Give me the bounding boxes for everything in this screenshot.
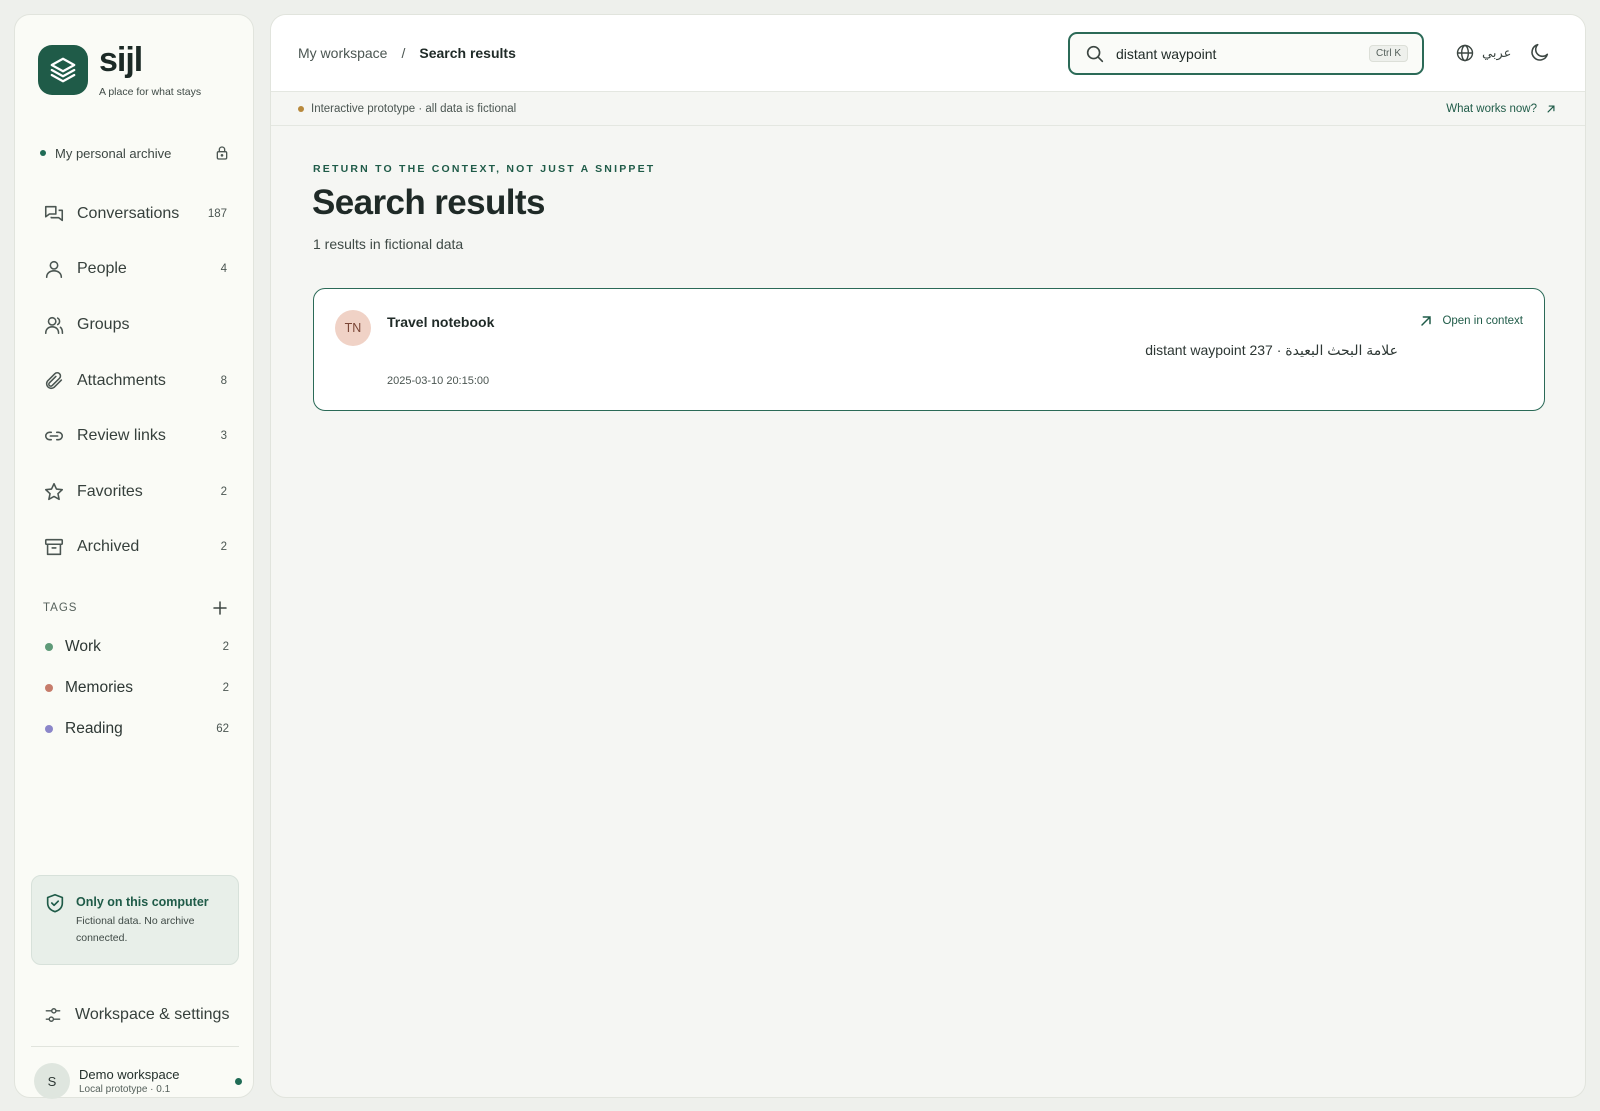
sidebar-item-count: 3 (220, 430, 227, 443)
divider (31, 1046, 239, 1047)
sidebar-item-label: Review links (77, 427, 166, 445)
sidebar-item-attachments[interactable]: Attachments 8 (15, 353, 255, 409)
tag-label: Memories (65, 678, 134, 696)
workspace-settings-button[interactable]: Workspace & settings (43, 1005, 233, 1025)
sidebar-item-count: 187 (207, 207, 227, 220)
shield-check-icon (44, 892, 66, 914)
result-snippet: distant waypoint 237 · علامة البحث البعي… (1145, 342, 1398, 358)
open-in-context-button[interactable]: Open in context (1418, 313, 1523, 329)
open-in-context-label: Open in context (1442, 315, 1523, 327)
group-icon (43, 314, 65, 336)
page-title: Search results (312, 183, 545, 222)
main-panel: My workspace / Search results Ctrl K (270, 14, 1586, 1098)
tag-color-dot (45, 683, 53, 692)
top-bar: My workspace / Search results Ctrl K (271, 15, 1585, 92)
sidebar-item-archived[interactable]: Archived 2 (15, 520, 255, 576)
search-box[interactable]: Ctrl K (1068, 32, 1424, 75)
language-label: عربي (1482, 45, 1512, 60)
workspace-name: Demo workspace (79, 1067, 180, 1082)
search-input[interactable] (1116, 45, 1369, 62)
prototype-notice-bar: Interactive prototype · all data is fict… (271, 92, 1585, 126)
privacy-title: Only on this computer (76, 895, 209, 909)
avatar: TN (335, 310, 371, 346)
tag-label: Work (65, 637, 101, 655)
tag-count: 62 (216, 722, 229, 735)
breadcrumb-separator: / (401, 45, 406, 61)
tags-heading: TAGS (43, 602, 78, 614)
notice-dot (298, 105, 304, 112)
tag-item-reading[interactable]: Reading 62 (43, 708, 229, 749)
tag-item-work[interactable]: Work 2 (43, 626, 229, 667)
search-result-card[interactable]: TN Travel notebook distant waypoint 237 … (313, 288, 1545, 411)
lock-icon (214, 145, 230, 161)
tag-list: Work 2 Memories 2 Reading 62 (43, 626, 229, 749)
breadcrumb-current: Search results (419, 45, 516, 61)
tag-count: 2 (222, 640, 229, 653)
sidebar-item-conversations[interactable]: Conversations 187 (15, 186, 255, 242)
tag-item-memories[interactable]: Memories 2 (43, 667, 229, 708)
sidebar-item-favorites[interactable]: Favorites 2 (15, 464, 255, 520)
arrow-up-right-icon (1544, 102, 1558, 116)
settings-label: Workspace & settings (75, 1006, 230, 1023)
tags-header: TAGS (43, 599, 229, 617)
privacy-description: Fictional data. No archive connected. (76, 915, 195, 944)
sidebar-nav: Conversations 187 People 4 Groups Attach… (15, 186, 255, 575)
archive-selector[interactable]: My personal archive (40, 145, 230, 161)
chat-bubbles-icon (43, 203, 65, 225)
result-timestamp: 2025-03-10 20:15:00 (387, 375, 490, 387)
online-status-dot (235, 1077, 242, 1085)
notice-link-label: What works now? (1446, 102, 1537, 115)
sidebar-item-review-links[interactable]: Review links 3 (15, 408, 255, 464)
archive-box-icon (43, 536, 65, 558)
keyboard-shortcut-hint: Ctrl K (1369, 45, 1408, 62)
sidebar-item-groups[interactable]: Groups (15, 297, 255, 353)
avatar: S (34, 1063, 70, 1099)
brand-tagline: A place for what stays (99, 86, 202, 98)
sidebar-item-label: Archived (77, 538, 140, 556)
workspace-subtitle: Local prototype · 0.1 (79, 1084, 171, 1095)
archive-label: My personal archive (55, 145, 172, 161)
layers-logo-icon (38, 45, 88, 95)
add-tag-icon[interactable] (211, 599, 229, 617)
star-icon (43, 481, 65, 503)
results-count: 1 results in fictional data (313, 236, 464, 252)
tag-label: Reading (65, 719, 123, 737)
link-icon (43, 425, 65, 447)
sliders-icon (43, 1005, 63, 1025)
workspace-switcher[interactable]: S Demo workspace Local prototype · 0.1 (34, 1063, 242, 1099)
sidebar: sijl A place for what stays My personal … (14, 14, 255, 1099)
sidebar-item-people[interactable]: People 4 (15, 242, 255, 298)
sidebar-item-label: Attachments (77, 371, 166, 389)
sidebar-item-count: 4 (220, 263, 227, 276)
sidebar-item-label: Conversations (77, 204, 180, 222)
tag-count: 2 (222, 681, 229, 694)
sidebar-item-count: 2 (220, 541, 227, 554)
sidebar-item-label: Groups (77, 315, 130, 333)
breadcrumb: My workspace / Search results (298, 45, 516, 61)
tag-color-dot (45, 642, 53, 651)
paperclip-icon (43, 370, 65, 392)
moon-icon[interactable] (1529, 41, 1551, 63)
result-title: Travel notebook (387, 314, 495, 330)
brand-name: sijl (99, 41, 143, 79)
search-icon (1084, 43, 1106, 65)
sidebar-item-count: 2 (220, 485, 227, 498)
person-icon (43, 258, 65, 280)
tag-color-dot (45, 724, 53, 733)
archive-status-dot (40, 150, 46, 156)
arrow-up-right-icon (1418, 313, 1434, 329)
what-works-link[interactable]: What works now? (1446, 102, 1558, 116)
language-toggle-button[interactable]: عربي (1455, 43, 1511, 63)
sidebar-item-count: 8 (220, 374, 227, 387)
brand[interactable]: sijl A place for what stays (38, 41, 202, 98)
notice-text: Interactive prototype · all data is fict… (311, 102, 517, 115)
breadcrumb-root-link[interactable]: My workspace (298, 45, 387, 61)
globe-icon (1455, 43, 1475, 63)
sidebar-item-label: People (77, 260, 127, 278)
privacy-card: Only on this computer Fictional data. No… (31, 875, 239, 965)
sidebar-item-label: Favorites (77, 482, 143, 500)
page-eyebrow: RETURN TO THE CONTEXT, NOT JUST A SNIPPE… (313, 163, 656, 175)
